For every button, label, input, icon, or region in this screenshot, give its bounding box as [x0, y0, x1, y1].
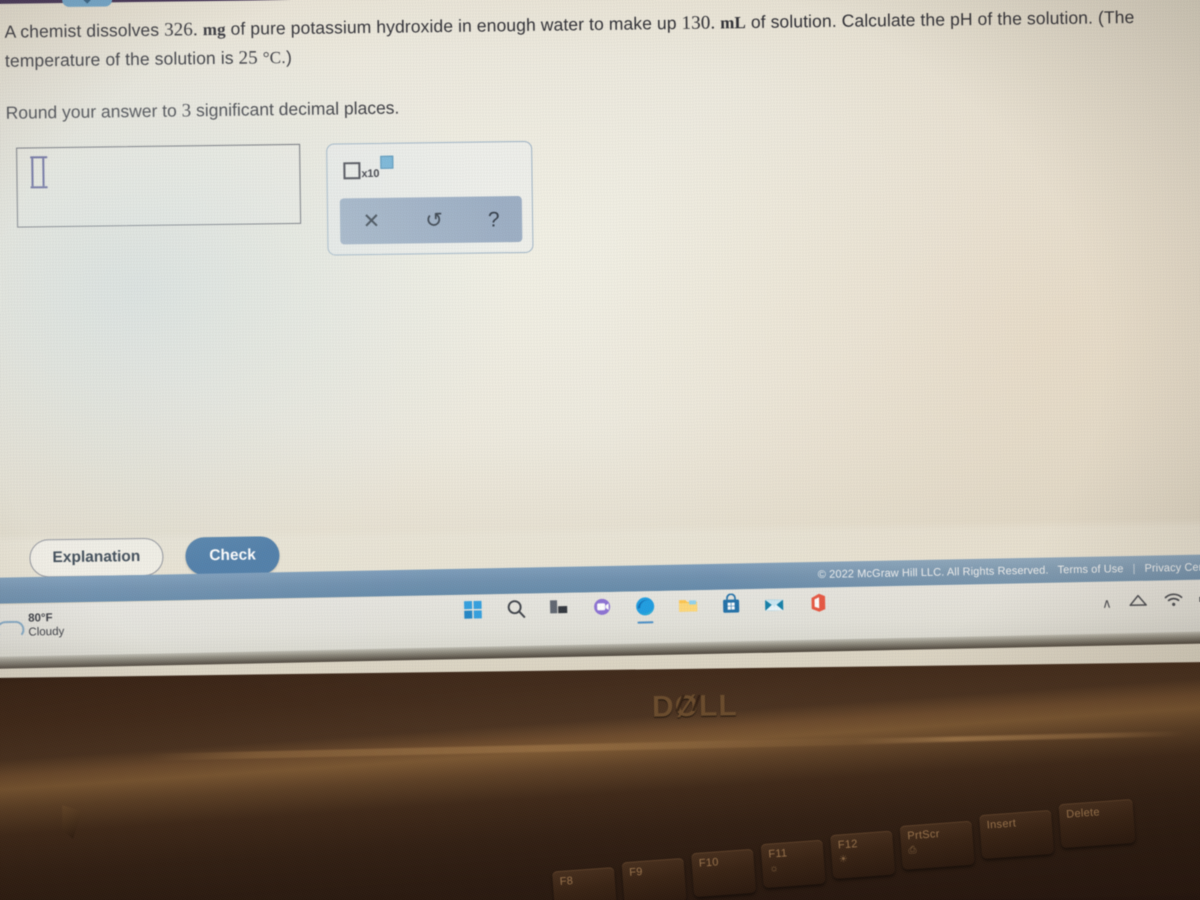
copyright-text: © 2022 McGraw Hill LLC. All Rights Reser… — [817, 564, 1049, 581]
terms-of-use-link[interactable]: Terms of Use — [1057, 563, 1123, 576]
key-prtscr[interactable]: PrtScr ⎙ — [899, 820, 975, 870]
rounding-text-part: significant decimal places. — [191, 97, 400, 121]
onedrive-icon[interactable] — [1127, 593, 1147, 613]
key-label: Insert — [986, 817, 1017, 832]
text-cursor-icon — [31, 158, 45, 187]
mass-unit: mg — [202, 19, 226, 40]
key-f8[interactable]: F8 — [552, 866, 618, 900]
chat-icon[interactable] — [591, 596, 613, 618]
key-f9[interactable]: F9 — [621, 857, 687, 900]
temperature-unit: °C — [262, 48, 282, 68]
key-label: F10 — [698, 856, 720, 870]
weather-condition: Cloudy — [28, 626, 65, 639]
exponent-placeholder-icon — [379, 155, 394, 169]
key-label: PrtScr — [906, 828, 941, 843]
answer-entry-row: x10 ✕ ↺ ? — [16, 140, 534, 260]
question-text-part: A chemist dissolves — [4, 19, 165, 42]
key-insert[interactable]: Insert — [979, 809, 1055, 859]
weather-text: 80°F Cloudy — [28, 611, 64, 640]
question-statement: A chemist dissolves 326. mg of pure pota… — [4, 2, 1190, 76]
microsoft-store-icon[interactable] — [720, 593, 742, 615]
help-button[interactable]: ? — [488, 208, 500, 231]
volume-value: 130. — [681, 12, 716, 34]
key-f12[interactable]: F12 ☀ — [830, 830, 896, 879]
footer-separator: | — [1132, 562, 1136, 575]
system-tray: ∧ — [1102, 592, 1200, 614]
answer-input[interactable] — [16, 143, 302, 228]
question-content: A chemist dissolves 326. mg of pure pota… — [0, 0, 1200, 564]
rounding-instruction: Round your answer to 3 significant decim… — [6, 87, 1200, 125]
cloud-icon — [0, 616, 23, 637]
key-f10[interactable]: F10 — [691, 848, 757, 898]
wifi-icon[interactable] — [1163, 592, 1182, 612]
action-buttons: Explanation Check — [29, 536, 281, 578]
start-icon[interactable] — [462, 599, 484, 621]
key-label: F9 — [628, 865, 644, 879]
laptop-screen: A chemist dissolves 326. mg of pure pota… — [0, 0, 1200, 678]
scientific-notation-button[interactable]: x10 — [343, 155, 394, 181]
key-label: Delete — [1065, 806, 1101, 821]
question-text-part: .) — [280, 47, 293, 68]
weather-temperature: 80°F — [28, 612, 53, 625]
mass-value: 326. — [163, 19, 198, 41]
explanation-button[interactable]: Explanation — [29, 537, 164, 578]
key-label: F8 — [559, 875, 574, 888]
mail-icon[interactable] — [763, 592, 785, 614]
print-screen-icon: ⎙ — [908, 844, 918, 857]
mantissa-placeholder-icon — [343, 162, 361, 180]
brightness-up-icon: ☀ — [838, 853, 849, 866]
taskbar-weather-widget[interactable]: 80°F Cloudy — [14, 611, 64, 641]
file-explorer-icon[interactable] — [677, 594, 699, 616]
show-hidden-icons-icon[interactable]: ∧ — [1102, 596, 1112, 612]
footer-text: © 2022 McGraw Hill LLC. All Rights Reser… — [818, 561, 1200, 581]
clear-button[interactable]: ✕ — [362, 209, 380, 232]
significant-figures-count: 3 — [181, 100, 192, 122]
rounding-text-part: Round your answer to — [5, 100, 182, 123]
search-icon[interactable] — [505, 598, 527, 620]
key-label: F11 — [767, 847, 788, 861]
temperature-value: 25 — [238, 47, 258, 70]
question-text-part: of pure potassium hydroxide in enough wa… — [225, 12, 682, 39]
undo-button[interactable]: ↺ — [425, 209, 443, 232]
key-delete[interactable]: Delete — [1058, 798, 1136, 849]
key-label: F12 — [837, 838, 859, 852]
palette-action-bar: ✕ ↺ ? — [339, 196, 523, 245]
key-f11[interactable]: F11 ☼ — [760, 839, 826, 889]
edge-browser-icon[interactable] — [634, 595, 656, 617]
office-icon[interactable] — [806, 592, 828, 614]
laptop-photo: DØLL F8 F9 F10 F11 ☼ F12 ☀ PrtScr ⎙ Insert … — [0, 0, 1200, 900]
check-button[interactable]: Check — [185, 536, 281, 576]
math-tool-palette: x10 ✕ ↺ ? — [326, 140, 534, 256]
task-view-icon[interactable] — [548, 597, 570, 619]
volume-unit: mL — [720, 13, 747, 33]
times-ten-label: x10 — [361, 167, 380, 181]
privacy-center-link[interactable]: Privacy Center — [1144, 561, 1200, 574]
brightness-down-icon: ☼ — [769, 862, 780, 875]
dell-brand-logo: DØLL — [651, 689, 738, 724]
